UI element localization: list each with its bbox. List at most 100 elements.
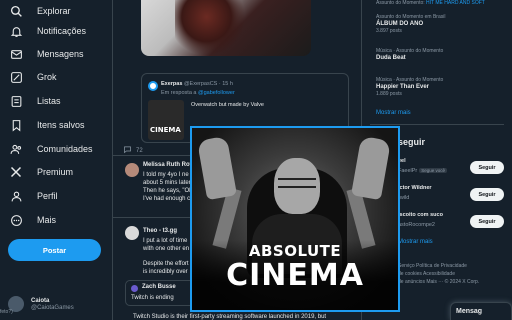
follow-button[interactable]: Seguir (470, 215, 504, 228)
trend-count: 1.889 posts (376, 91, 402, 97)
avatar[interactable] (125, 226, 139, 240)
nav-label: Grok (37, 72, 57, 82)
footer-line[interactable]: Serviço Política de Privacidade (398, 262, 510, 270)
nav-label: Listas (37, 96, 61, 106)
show-more-trends-link[interactable]: Mostrar mais (376, 110, 411, 116)
nav-label: Itens salvos (37, 120, 85, 130)
trend-category: Música · Assunto do Momento (376, 77, 444, 83)
thumbnail-text: CINEMA (150, 126, 181, 134)
quoted-author-name: Zach Busse (142, 284, 176, 290)
who-to-follow-title: seguir (398, 137, 426, 147)
tweet-text-line: Twitch Studio is their first-party strea… (133, 314, 327, 320)
nav-item-premium[interactable]: Premium (8, 161, 73, 183)
expanded-image-overlay[interactable]: ABSOLUTE CINEMA (190, 126, 400, 312)
trend-category: Música · Assunto do Momento (376, 48, 444, 54)
clipped-text: feto?) (0, 309, 13, 315)
post-button[interactable]: Postar (8, 239, 101, 261)
trend-count: 3.897 posts (376, 28, 402, 34)
meme-caption-bottom: CINEMA (226, 258, 364, 293)
quoted-author-handle: @ExerpasCS · 15 h (183, 81, 233, 87)
nav-item-notificacoes[interactable]: Notificações (8, 20, 86, 42)
nav-item-mensagens[interactable]: Mensagens (8, 43, 84, 65)
follow-button[interactable]: Seguir (470, 161, 504, 174)
nav-item-mais[interactable]: Mais (8, 209, 56, 231)
footer-links: Serviço Política de Privacidade de cooki… (398, 262, 510, 286)
trend-title: Happier Than Ever (376, 84, 430, 90)
reply-to-link[interactable]: @gabefollower (198, 90, 235, 96)
divider (370, 124, 504, 125)
follow-suggestion[interactable]: ictor Wildner rwild Seguir (398, 185, 512, 207)
x-logo-icon (8, 164, 24, 180)
suggestion-name: ictor Wildner (398, 185, 432, 191)
reply-context: Em resposta a @gabefollower (161, 90, 235, 96)
nav-label: Mensagens (37, 49, 84, 59)
nav-label: Premium (37, 167, 74, 177)
quoted-tweet-text: Twitch is ending (131, 295, 174, 301)
trend-category: Assunto do Momento em Brasil (376, 14, 446, 20)
avatar (148, 81, 158, 91)
search-icon (8, 3, 24, 19)
messages-drawer[interactable]: Mensag (450, 302, 512, 320)
nav-label: Comunidades (37, 144, 93, 154)
tweet-text-line: Then he says, "Oh (143, 188, 193, 194)
tweet-author-name[interactable]: Melissa Ruth Rot (143, 162, 192, 168)
show-more-follow-link[interactable]: Mostrar mais (398, 239, 433, 245)
grok-icon (8, 69, 24, 85)
tweet-text-line: I told my 4yo I ne (143, 172, 189, 178)
follow-suggestion[interactable]: eel FaeelPr Segue você Seguir (398, 158, 512, 180)
nav-item-explorar[interactable]: Explorar (8, 0, 71, 22)
tweet-media-image[interactable] (141, 0, 311, 56)
trend-category: Assunto do Momento: HIT ME HARD AND SOFT (376, 0, 485, 6)
trend-category-link[interactable]: HIT ME HARD AND SOFT (426, 0, 485, 6)
bookmark-icon (8, 117, 24, 133)
quoted-author-name: Exerpas (161, 81, 183, 87)
tweet-text-line: is incredibly over (143, 269, 188, 275)
nav-label: Notificações (37, 26, 87, 36)
reply-count: 72 (136, 147, 143, 154)
quoted-tweet-header: Exerpas @ExerpasCS · 15 h (161, 81, 233, 87)
nav-label: Perfil (37, 191, 58, 201)
person-icon (8, 188, 24, 204)
avatar[interactable] (125, 163, 139, 177)
tweet-author-name[interactable]: Theo - t3.gg (143, 228, 177, 234)
tweet-text-line: I've had enough c (143, 196, 191, 202)
quoted-tweet-thumbnail: CINEMA (148, 100, 184, 140)
nav-item-itens-salvos[interactable]: Itens salvos (8, 114, 85, 136)
avatar (131, 285, 138, 292)
nav-item-comunidades[interactable]: Comunidades (8, 138, 93, 160)
footer-line[interactable]: de cookies Acessibilidade (398, 270, 510, 278)
list-icon (8, 93, 24, 109)
tweet-text-line: with one other en (143, 246, 190, 252)
trend-title: ÁLBUM DO ANO (376, 21, 424, 27)
trend-title: Duda Beat (376, 55, 406, 61)
account-switcher[interactable]: Caiota @CaiotaGames (8, 291, 74, 317)
follow-suggestion[interactable]: iscoito com suco astoRocompe2 Seguir (398, 212, 512, 234)
trend-item[interactable]: Assunto do Momento: HIT ME HARD AND SOFT (376, 0, 485, 6)
account-handle: @CaiotaGames (31, 304, 74, 311)
people-icon (8, 141, 24, 157)
nav-label: Mais (37, 215, 57, 225)
tweet-text-line: I put a lot of time (143, 238, 188, 244)
trend-item[interactable]: Assunto do Momento em Brasil ÁLBUM DO AN… (376, 14, 445, 34)
suggestion-handle: FaeelPr Segue você (398, 168, 448, 174)
quoted-tweet-text: Overwatch but made by Valve (191, 102, 264, 108)
reply-prefix: Em resposta a (161, 90, 197, 96)
sidebar: Explorar Notificações Mensagens Grok Lis… (0, 0, 112, 320)
suggestion-name: iscoito com suco (398, 212, 443, 218)
nav-item-perfil[interactable]: Perfil (8, 185, 58, 207)
footer-line[interactable]: de anúncios Mais ··· © 2024 X Corp. (398, 278, 510, 286)
bell-icon (8, 23, 24, 39)
mail-icon (8, 46, 24, 62)
nav-item-listas[interactable]: Listas (8, 90, 61, 112)
follows-you-badge: Segue você (419, 168, 448, 173)
trend-item[interactable]: Música · Assunto do Momento Happier Than… (376, 77, 443, 97)
suggestion-handle: astoRocompe2 (398, 222, 435, 228)
follow-button[interactable]: Seguir (470, 188, 504, 201)
nav-label: Explorar (37, 6, 71, 16)
nav-item-grok[interactable]: Grok (8, 66, 57, 88)
handle-text: FaeelPr (398, 168, 418, 174)
account-name: Caiota (31, 297, 50, 304)
tweet-text-line: Despite the effort (143, 261, 189, 267)
trend-item[interactable]: Música · Assunto do Momento Duda Beat (376, 48, 443, 61)
tweet-text-line: about 5 mins later (143, 180, 191, 186)
